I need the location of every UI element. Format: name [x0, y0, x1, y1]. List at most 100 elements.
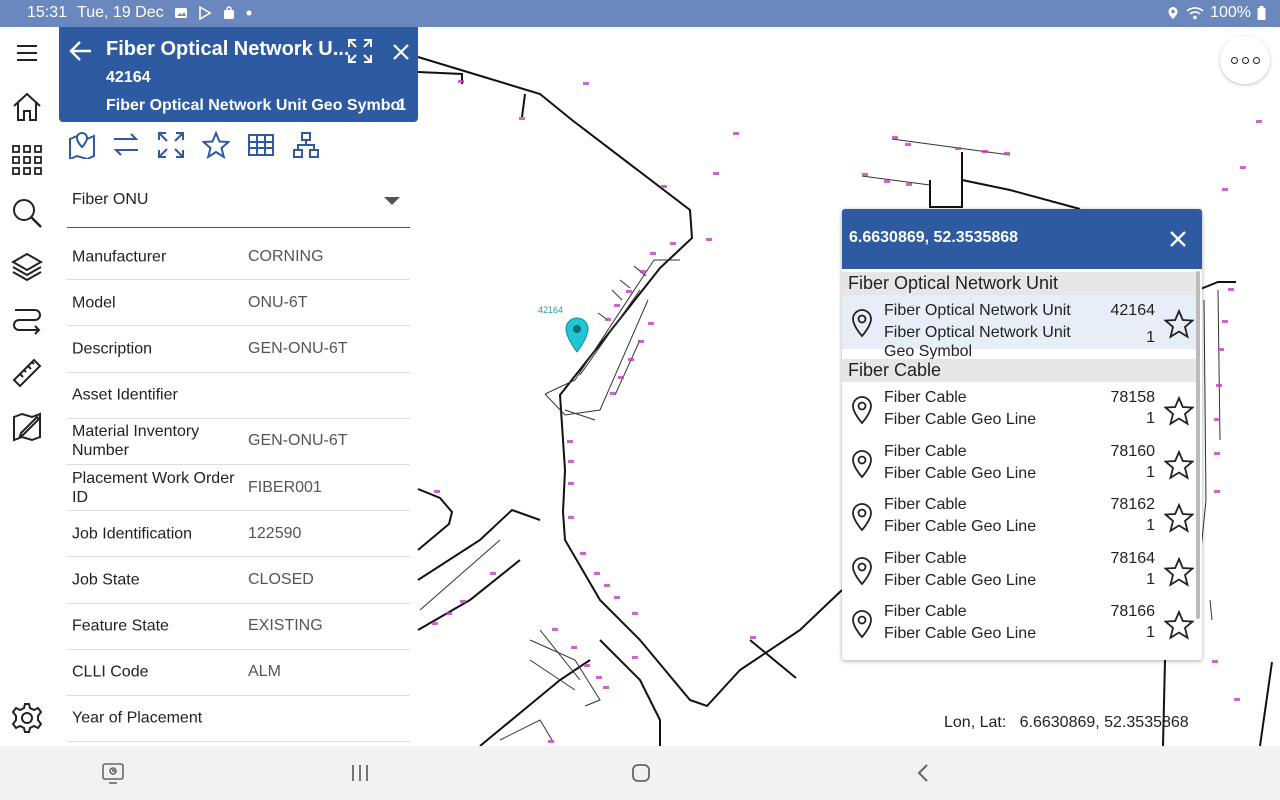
feature-count: 1: [397, 97, 406, 114]
attribute-label: CLLI Code: [72, 663, 149, 681]
location-icon: [1168, 7, 1178, 19]
result-id: 78166: [1110, 603, 1156, 620]
layer-dropdown-value: Fiber ONU: [72, 191, 149, 208]
home-button[interactable]: [7, 87, 47, 127]
left-sidebar: [0, 27, 55, 746]
attribute-value: ALM: [248, 663, 281, 681]
table-icon: [248, 134, 274, 156]
favorite-star-icon[interactable]: [1164, 396, 1194, 426]
search-button[interactable]: [7, 193, 47, 233]
menu-button[interactable]: [7, 33, 47, 73]
measure-button[interactable]: [7, 353, 47, 393]
home-nav-button[interactable]: [628, 760, 654, 786]
favorite-star-icon[interactable]: [1164, 449, 1194, 480]
result-subtype: Fiber Cable Geo Line: [884, 464, 1037, 482]
status-date: Tue, 19 Dec: [77, 4, 164, 21]
result-group-header: Fiber Cable: [842, 359, 1198, 382]
back-icon: [917, 764, 928, 782]
result-item[interactable]: Fiber Optical Network Unit Fiber Optical…: [842, 295, 1198, 360]
attribute-label: Asset Identifier: [72, 386, 178, 404]
settings-button[interactable]: [7, 698, 47, 738]
attribute-label: Feature State: [72, 617, 169, 635]
recents-icon: [352, 765, 368, 781]
favorite-star-icon[interactable]: [1164, 309, 1194, 339]
more-dot-icon: [1241, 56, 1249, 64]
trace-button[interactable]: [7, 300, 47, 340]
screenshot-button[interactable]: [100, 760, 126, 786]
result-id: 78164: [1110, 549, 1156, 567]
bag-icon: [223, 6, 234, 19]
more-options-button[interactable]: [1220, 36, 1270, 84]
location-pin-icon: [852, 449, 872, 478]
result-subtype: Fiber Cable Geo Line: [884, 411, 1037, 428]
attribute-value: CORNING: [248, 247, 324, 265]
system-navigation-bar: [0, 746, 1280, 800]
swap-button[interactable]: [111, 130, 141, 160]
layers-icon: [11, 252, 43, 282]
recents-button[interactable]: [347, 760, 373, 786]
close-icon[interactable]: [1166, 227, 1190, 251]
attribute-label: Year of Placement: [72, 709, 203, 727]
search-icon: [13, 199, 42, 228]
result-item[interactable]: Fiber Cable Fiber Cable Geo Line 78162 1: [842, 489, 1198, 543]
more-dot-icon: [1230, 56, 1238, 64]
battery-text: 100%: [1210, 4, 1251, 21]
location-pin-icon: [852, 396, 872, 425]
result-subtype: Fiber Optical Network Unit Geo Symbol: [884, 324, 1071, 360]
favorite-star-icon[interactable]: [1164, 610, 1194, 640]
result-subtype: Fiber Cable Geo Line: [884, 571, 1037, 589]
lonlat-value: 6.6630869, 52.3535868: [1019, 714, 1189, 731]
redline-button[interactable]: [7, 407, 47, 447]
identify-header: 6.6630869, 52.3535868: [842, 209, 1202, 269]
attribute-table-button[interactable]: [246, 130, 276, 160]
result-count: 1: [1146, 517, 1155, 534]
location-pin-icon: [852, 556, 872, 585]
result-item[interactable]: Fiber Cable Fiber Cable Geo Line 78158 1: [842, 382, 1198, 436]
result-count: 1: [1146, 624, 1155, 641]
favorite-star-icon[interactable]: [1164, 503, 1194, 533]
hierarchy-icon: [293, 132, 319, 158]
identify-results-panel: 6.6630869, 52.3535868 Fiber Optical Netw…: [842, 209, 1202, 660]
more-dot-icon: [1252, 56, 1260, 64]
result-subtype: Fiber Cable Geo Line: [884, 518, 1037, 535]
attribute-row: CLLI Code ALM: [67, 650, 410, 696]
favorite-star-icon[interactable]: [1164, 556, 1194, 587]
menu-icon: [17, 45, 37, 61]
result-id: 42164: [1110, 302, 1156, 319]
apps-grid-button[interactable]: [7, 140, 47, 180]
status-time: 15:31: [27, 4, 68, 21]
feature-subtype: Fiber Optical Network Unit Geo Symbol: [106, 97, 405, 114]
zoom-to-feature-button[interactable]: [67, 130, 97, 160]
layers-button[interactable]: [7, 247, 47, 287]
redline-icon: [13, 412, 41, 442]
map-marker-pin-icon[interactable]: [565, 317, 589, 353]
attribute-value: ONU-6T: [248, 293, 308, 311]
layer-dropdown[interactable]: Fiber ONU: [67, 178, 410, 228]
apps-grid-icon: [12, 145, 42, 175]
dot-icon: [246, 10, 252, 16]
expand-icon: [158, 132, 184, 158]
result-count: 1: [1146, 463, 1155, 481]
back-arrow-icon[interactable]: [69, 40, 93, 62]
result-item[interactable]: Fiber Cable Fiber Cable Geo Line 78160 1: [842, 436, 1198, 490]
hierarchy-button[interactable]: [291, 130, 321, 160]
attribute-row: Description GEN-ONU-6T: [67, 326, 410, 373]
back-button[interactable]: [910, 760, 936, 786]
swap-icon: [113, 133, 139, 156]
attribute-list: Manufacturer CORNING Model ONU-6T Descript…: [67, 234, 410, 743]
fullscreen-icon[interactable]: [347, 38, 373, 64]
result-name: Fiber Cable: [884, 496, 967, 513]
result-id: 78162: [1110, 496, 1156, 513]
map-zoom-icon: [69, 131, 95, 159]
identify-scrollbar[interactable]: [1196, 271, 1200, 619]
settings-icon: [11, 703, 43, 733]
result-item[interactable]: Fiber Cable Fiber Cable Geo Line 78166 1: [842, 596, 1198, 650]
attribute-row: Model ONU-6T: [67, 280, 410, 327]
attribute-row: Asset Identifier: [67, 373, 410, 419]
attribute-row: Job State CLOSED: [67, 557, 410, 604]
expand-button[interactable]: [156, 130, 186, 160]
result-count: 1: [1146, 410, 1155, 427]
favorite-button[interactable]: [201, 130, 231, 160]
result-item[interactable]: Fiber Cable Fiber Cable Geo Line 78164 1: [842, 543, 1198, 597]
close-icon[interactable]: [392, 43, 410, 61]
